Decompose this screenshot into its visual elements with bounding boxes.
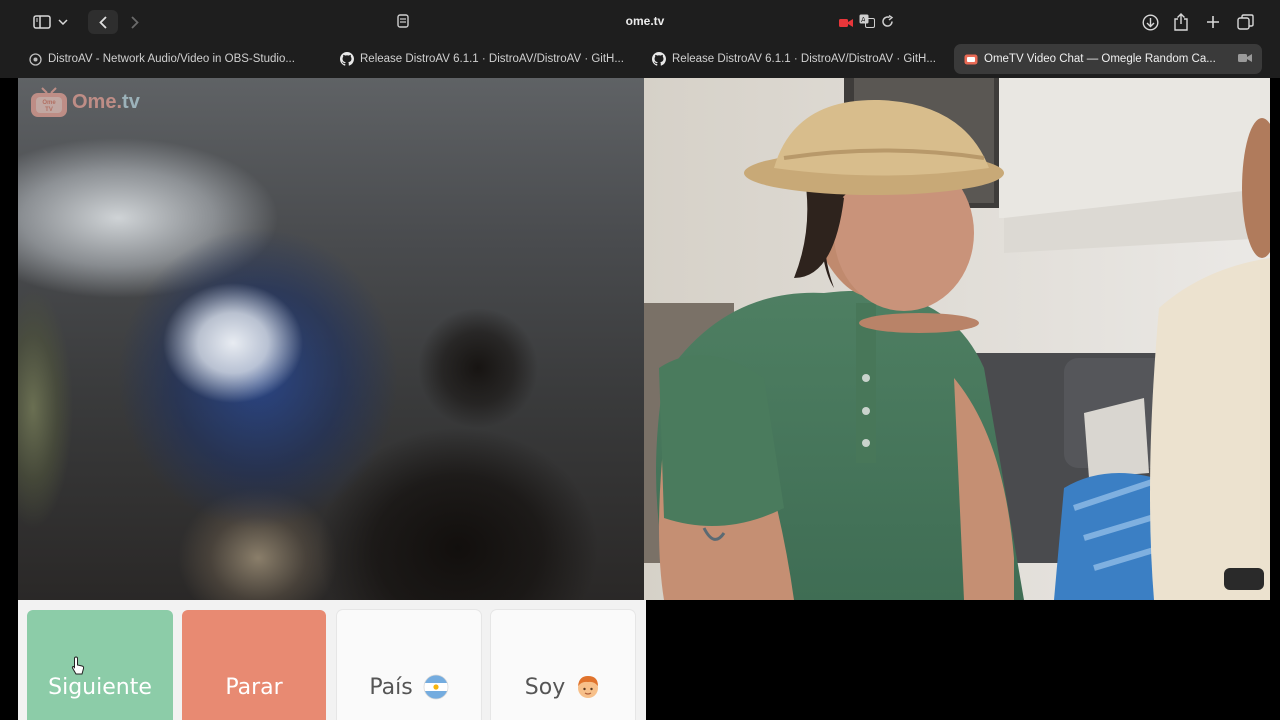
next-button[interactable]: Siguiente (27, 610, 173, 720)
tab-ometv[interactable]: OmeTV Video Chat — Omegle Random Ca... (954, 44, 1262, 74)
boy-face-icon (575, 674, 601, 700)
tab-overview-icon[interactable] (1235, 10, 1255, 34)
camera-icon[interactable] (1238, 53, 1252, 66)
remote-video (644, 78, 1270, 600)
local-video (18, 78, 644, 600)
share-icon[interactable] (1172, 10, 1190, 34)
tab-bar: DistroAV - Network Audio/Video in OBS-St… (18, 44, 1262, 74)
tab-github-release-2[interactable]: Release DistroAV 6.1.1 · DistroAV/Distro… (642, 44, 950, 74)
github-icon (652, 52, 666, 66)
camera-in-use-icon[interactable] (839, 15, 853, 33)
remote-video-frame (644, 78, 1270, 600)
logo-ome-text: Ome. (72, 90, 123, 113)
logo-wordmark: Ome.tv (72, 91, 140, 114)
sidebar-icon[interactable] (32, 10, 52, 34)
tab-title: Release DistroAV 6.1.1 · DistroAV/Distro… (360, 53, 624, 65)
address-bar[interactable]: ome.tv A (390, 8, 900, 36)
gender-button[interactable]: Soy (491, 610, 635, 720)
download-icon[interactable] (1140, 10, 1160, 34)
stop-button-label: Parar (225, 675, 283, 700)
gender-button-label: Soy (524, 675, 566, 700)
new-tab-icon[interactable] (1204, 10, 1222, 34)
browser-toolbar: ome.tv A (0, 0, 1280, 44)
tab-github-release-1[interactable]: Release DistroAV 6.1.1 · DistroAV/Distro… (330, 44, 638, 74)
country-button-label: País (369, 675, 413, 700)
tab-title: OmeTV Video Chat — Omegle Random Ca... (984, 53, 1216, 65)
reload-icon[interactable] (881, 14, 894, 33)
mouse-pointer-icon (71, 656, 85, 681)
next-button-label: Siguiente (48, 675, 152, 700)
stop-button[interactable]: Parar (182, 610, 326, 720)
distroav-favicon (28, 52, 42, 66)
ometv-logo: Ome TV Ome.tv (30, 86, 140, 118)
tab-distroav[interactable]: DistroAV - Network Audio/Video in OBS-St… (18, 44, 326, 74)
github-icon (340, 52, 354, 66)
tab-title: DistroAV - Network Audio/Video in OBS-St… (48, 53, 295, 65)
tv-logo-icon: Ome TV (30, 86, 68, 118)
back-icon[interactable] (88, 10, 118, 34)
chat-controls: Siguiente Parar País Soy (18, 600, 646, 720)
tab-title: Release DistroAV 6.1.1 · DistroAV/Distro… (672, 53, 936, 65)
svg-text:TV: TV (45, 107, 53, 113)
browser-chrome: ome.tv A DistroAV - Network Audio/Video … (0, 0, 1280, 78)
remote-chat-area (646, 600, 1280, 720)
ometv-favicon (964, 52, 978, 66)
translate-icon[interactable]: A (859, 14, 875, 33)
forward-icon[interactable] (120, 10, 150, 34)
chevron-down-icon[interactable] (57, 10, 69, 34)
address-url: ome.tv (625, 14, 665, 28)
country-button[interactable]: País (337, 610, 481, 720)
svg-text:Ome: Ome (42, 100, 56, 106)
argentina-flag-icon (423, 674, 449, 700)
logo-tv-text: tv (122, 90, 140, 113)
